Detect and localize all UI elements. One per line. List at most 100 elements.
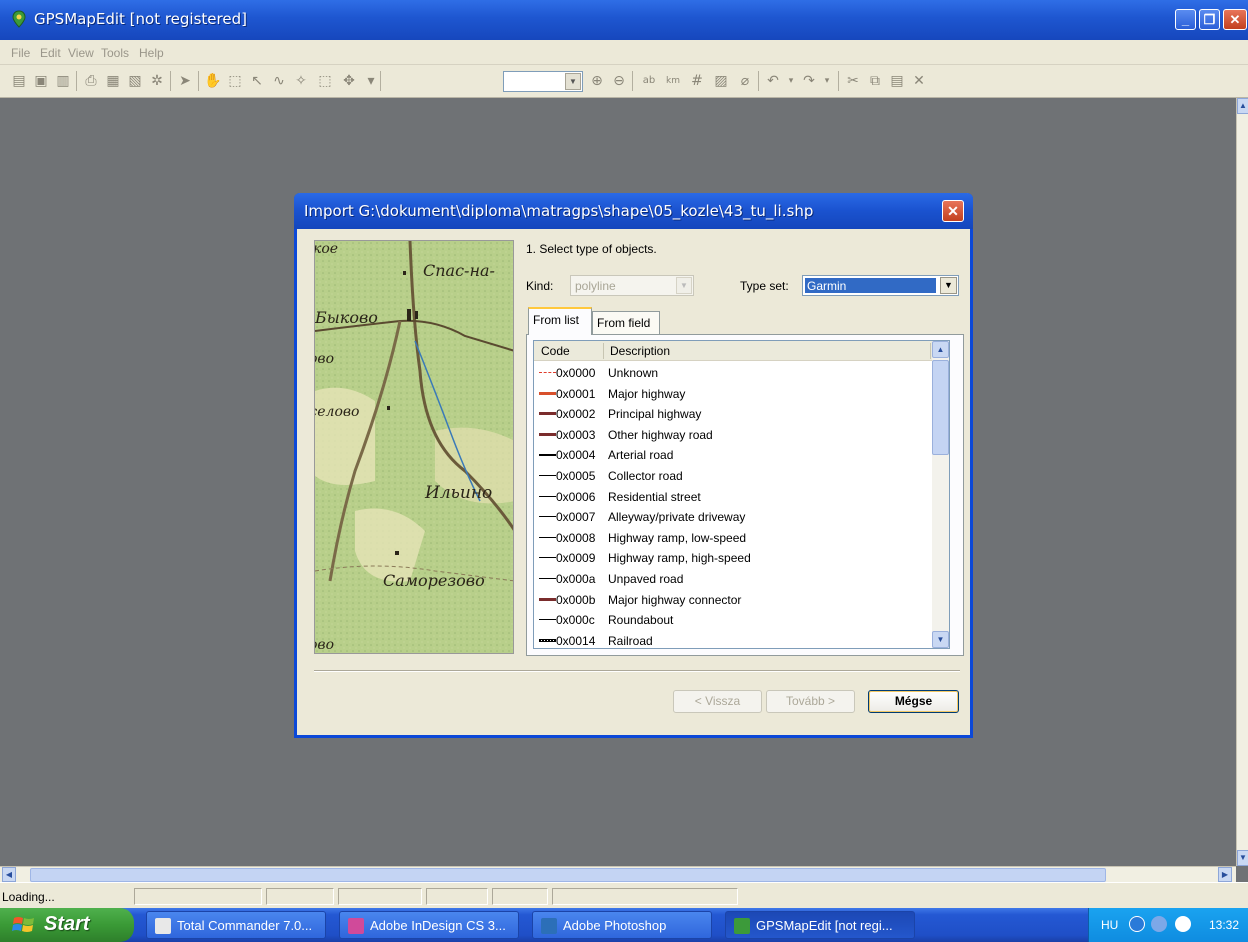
list-row[interactable]: 0x0009 Highway ramp, high-speed bbox=[534, 548, 932, 568]
task-indesign[interactable]: Adobe InDesign CS 3... bbox=[339, 911, 519, 939]
cancel-button[interactable]: Mégse bbox=[868, 690, 959, 713]
task-gpsmapedit[interactable]: GPSMapEdit [not regi... bbox=[725, 911, 915, 939]
list-scrollbar[interactable]: ▲ ▼ bbox=[932, 341, 949, 648]
chevron-down-icon: ▼ bbox=[565, 73, 581, 90]
list-row[interactable]: 0x0001 Major highway bbox=[534, 384, 932, 404]
row-description: Major highway bbox=[608, 386, 686, 401]
dialog-close-button[interactable]: ✕ bbox=[942, 200, 964, 222]
dropdown-arrow-icon[interactable]: ▾ bbox=[362, 72, 380, 90]
redo-dropdown-icon[interactable]: ▾ bbox=[818, 72, 836, 90]
gps-icon[interactable]: ✲ bbox=[148, 72, 166, 90]
labels-icon[interactable]: ab bbox=[640, 72, 658, 90]
horizontal-scrollbar[interactable]: ◀ ▶ bbox=[0, 866, 1236, 882]
object-type-list[interactable]: Code Description 0x0000 Unknown 0x0001 Majo… bbox=[533, 340, 950, 649]
scroll-down-icon[interactable]: ▼ bbox=[1237, 850, 1248, 866]
column-code[interactable]: Code bbox=[541, 344, 570, 358]
toolbar: ▤ ▣ ▥ ⎙ ▦ ▧ ✲ ➤ ✋ ⬚ ↖ ∿ ✧ ⬚ ✥ ▾ ▼ ⊕ ⊖ ab… bbox=[0, 65, 1248, 98]
row-description: Highway ramp, low-speed bbox=[608, 530, 747, 545]
back-button[interactable]: < Vissza bbox=[673, 690, 762, 713]
task-photoshop[interactable]: Adobe Photoshop bbox=[532, 911, 712, 939]
menu-view[interactable]: View bbox=[68, 46, 94, 60]
taskbar: Start Total Commander 7.0... Adobe InDes… bbox=[0, 908, 1248, 942]
undo-icon[interactable]: ↶ bbox=[764, 72, 782, 90]
restore-button[interactable]: ❐ bbox=[1199, 9, 1220, 30]
copy-icon[interactable]: ⧉ bbox=[866, 72, 884, 90]
column-description[interactable]: Description bbox=[610, 344, 670, 358]
menu-help[interactable]: Help bbox=[139, 46, 164, 60]
zoom-in-icon[interactable]: ⊕ bbox=[588, 72, 606, 90]
scale-icon[interactable]: km bbox=[664, 72, 682, 90]
list-row[interactable]: 0x0007 Alleyway/private driveway bbox=[534, 507, 932, 527]
task-total-commander[interactable]: Total Commander 7.0... bbox=[146, 911, 326, 939]
scroll-up-icon[interactable]: ▲ bbox=[932, 341, 949, 358]
typeset-combo[interactable]: Garmin ▼ bbox=[802, 275, 959, 296]
cut-icon[interactable]: ✂ bbox=[844, 72, 862, 90]
zoom-rect-icon[interactable]: ⬚ bbox=[226, 72, 244, 90]
menu-file[interactable]: File bbox=[11, 46, 30, 60]
transform-icon[interactable]: ✥ bbox=[340, 72, 358, 90]
scroll-down-icon[interactable]: ▼ bbox=[932, 631, 949, 648]
save-icon[interactable]: ▣ bbox=[32, 72, 50, 90]
line-style-swatch bbox=[539, 495, 556, 497]
next-button[interactable]: Tovább > bbox=[766, 690, 855, 713]
node-tool-icon[interactable]: ✧ bbox=[292, 72, 310, 90]
menu-tools[interactable]: Tools bbox=[101, 46, 129, 60]
scroll-up-icon[interactable]: ▲ bbox=[1237, 98, 1248, 114]
list-row[interactable]: 0x0008 Highway ramp, low-speed bbox=[534, 528, 932, 548]
rectangle-select-icon[interactable]: ⬚ bbox=[316, 72, 334, 90]
attach-icon[interactable]: ⌀ bbox=[736, 72, 754, 90]
language-indicator[interactable]: HU bbox=[1101, 918, 1118, 932]
export-icon[interactable]: ▥ bbox=[54, 72, 72, 90]
map-settings-icon[interactable]: ▧ bbox=[126, 72, 144, 90]
list-row[interactable]: 0x000b Major highway connector bbox=[534, 590, 932, 610]
print-icon[interactable]: ⎙ bbox=[82, 72, 100, 90]
dialog-titlebar[interactable]: Import G:\dokument\diploma\matragps\shap… bbox=[294, 193, 973, 229]
list-row[interactable]: 0x0000 Unknown bbox=[534, 363, 932, 383]
undo-dropdown-icon[interactable]: ▾ bbox=[782, 72, 800, 90]
redo-icon[interactable]: ↷ bbox=[800, 72, 818, 90]
row-description: Arterial road bbox=[608, 448, 674, 463]
task-label: Total Commander 7.0... bbox=[177, 918, 313, 933]
start-button[interactable]: Start bbox=[0, 908, 134, 942]
delete-icon[interactable]: ✕ bbox=[910, 72, 928, 90]
select-tool-icon[interactable]: ➤ bbox=[176, 72, 194, 90]
close-button[interactable]: ✕ bbox=[1223, 9, 1247, 30]
vertical-scrollbar[interactable]: ▲ ▼ bbox=[1236, 98, 1248, 866]
hand-tool-icon[interactable]: ✋ bbox=[204, 72, 222, 90]
minimize-button[interactable]: _ bbox=[1175, 9, 1196, 30]
window-title: GPSMapEdit [not registered] bbox=[34, 10, 247, 28]
list-row[interactable]: 0x000a Unpaved road bbox=[534, 569, 932, 589]
network-icon[interactable] bbox=[1151, 916, 1167, 932]
zoom-out-icon[interactable]: ⊖ bbox=[610, 72, 628, 90]
scroll-thumb[interactable] bbox=[932, 360, 949, 455]
grid-icon[interactable]: # bbox=[688, 72, 706, 90]
tray-app-icon[interactable] bbox=[1175, 916, 1191, 932]
fill-icon[interactable]: ▨ bbox=[712, 72, 730, 90]
zoom-combo[interactable]: ▼ bbox=[503, 71, 583, 92]
properties-icon[interactable]: ▦ bbox=[104, 72, 122, 90]
list-row[interactable]: 0x0003 Other highway road bbox=[534, 425, 932, 445]
pointer-icon[interactable]: ↖ bbox=[248, 72, 266, 90]
polyline-tool-icon[interactable]: ∿ bbox=[270, 72, 288, 90]
open-icon[interactable]: ▤ bbox=[10, 72, 28, 90]
scroll-right-icon[interactable]: ▶ bbox=[1218, 867, 1232, 882]
tab-from-list[interactable]: From list bbox=[528, 307, 592, 335]
list-row[interactable]: 0x0006 Residential street bbox=[534, 487, 932, 507]
list-row[interactable]: 0x000c Roundabout bbox=[534, 610, 932, 630]
scroll-thumb[interactable] bbox=[30, 868, 1106, 882]
list-row[interactable]: 0x0005 Collector road bbox=[534, 466, 932, 486]
menu-edit[interactable]: Edit bbox=[40, 46, 61, 60]
gpsmapedit-icon bbox=[734, 918, 750, 934]
list-row[interactable]: 0x0004 Arterial road bbox=[534, 445, 932, 465]
list-row[interactable]: 0x0002 Principal highway bbox=[534, 404, 932, 424]
paste-icon[interactable]: ▤ bbox=[888, 72, 906, 90]
tab-from-field[interactable]: From field bbox=[592, 311, 660, 334]
chevron-down-icon[interactable]: ▼ bbox=[940, 277, 957, 294]
windows-logo-icon bbox=[12, 917, 34, 932]
row-description: Major highway connector bbox=[608, 592, 742, 607]
list-row[interactable]: 0x0014 Railroad bbox=[534, 631, 932, 648]
window-titlebar[interactable]: GPSMapEdit [not registered] _ ❐ ✕ bbox=[0, 0, 1248, 40]
tray-expand-icon[interactable] bbox=[1129, 916, 1145, 932]
row-description: Residential street bbox=[608, 489, 701, 504]
scroll-left-icon[interactable]: ◀ bbox=[2, 867, 16, 882]
